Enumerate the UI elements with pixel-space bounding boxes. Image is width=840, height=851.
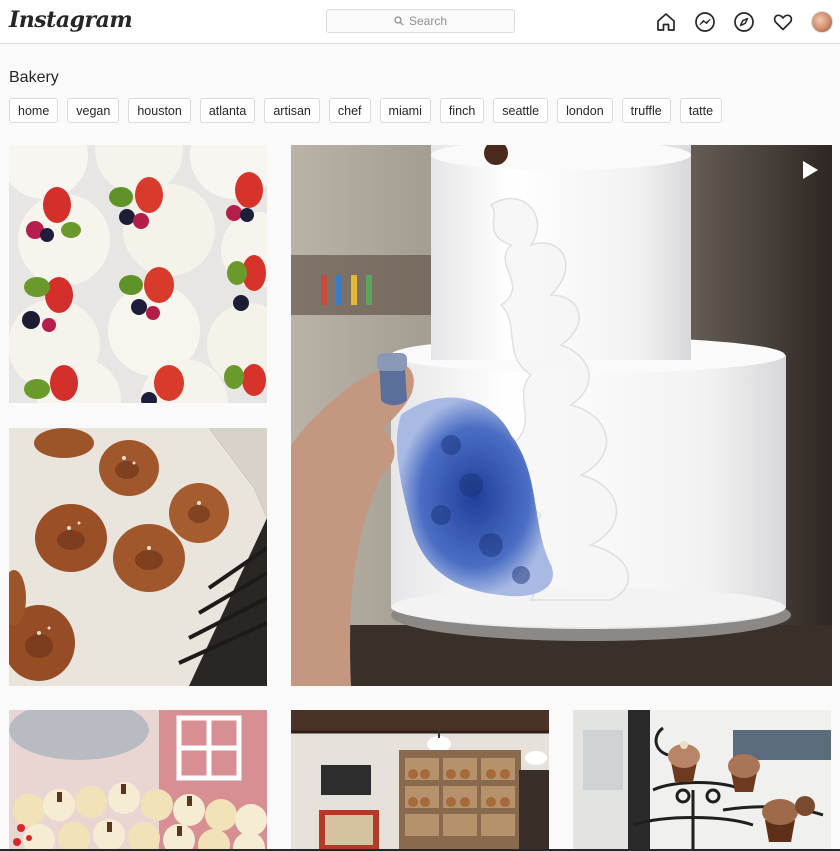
post-thumbnail[interactable]: [9, 428, 267, 686]
bakery-interior-photo: [291, 710, 549, 849]
explore-icon[interactable]: [732, 10, 755, 33]
instagram-logo[interactable]: Instagram: [9, 7, 133, 33]
tag-chip[interactable]: atlanta: [199, 98, 256, 123]
search-placeholder: Search: [408, 14, 448, 28]
tag-chip[interactable]: london: [557, 98, 613, 123]
search-icon: [394, 16, 404, 26]
tag-chip[interactable]: houston: [128, 98, 191, 123]
post-thumbnail-video[interactable]: [291, 145, 832, 686]
avatar: [810, 10, 833, 33]
tag-chip[interactable]: miami: [379, 98, 431, 123]
pavlova-photo: [9, 145, 267, 403]
home-icon[interactable]: [654, 10, 677, 33]
search-input[interactable]: Search: [326, 9, 515, 33]
messenger-icon[interactable]: [693, 10, 716, 33]
cupcakes-display-photo: [9, 710, 267, 849]
tag-chip[interactable]: finch: [439, 98, 485, 123]
play-icon: [803, 161, 818, 179]
tag-chip[interactable]: truffle: [621, 98, 671, 123]
tag-chip[interactable]: artisan: [264, 98, 320, 123]
heart-icon[interactable]: [771, 10, 794, 33]
tag-chip[interactable]: vegan: [67, 98, 120, 123]
tag-chip[interactable]: seattle: [493, 98, 549, 123]
tag-chip[interactable]: chef: [328, 98, 371, 123]
profile-avatar[interactable]: [810, 10, 833, 33]
tag-chip[interactable]: tatte: [679, 98, 723, 123]
post-thumbnail[interactable]: [9, 145, 267, 403]
related-tags: home vegan houston atlanta artisan chef …: [9, 98, 723, 123]
tag-chip[interactable]: home: [9, 98, 59, 123]
post-thumbnail[interactable]: [9, 710, 267, 849]
cinnamon-knots-photo: [9, 428, 267, 686]
top-nav: Instagram Search: [0, 0, 840, 44]
page-title: Bakery: [9, 69, 59, 86]
chocolate-cupcakes-photo: [573, 710, 831, 849]
post-thumbnail[interactable]: [573, 710, 831, 849]
blue-cake-photo: [291, 145, 832, 686]
post-thumbnail[interactable]: [291, 710, 549, 849]
